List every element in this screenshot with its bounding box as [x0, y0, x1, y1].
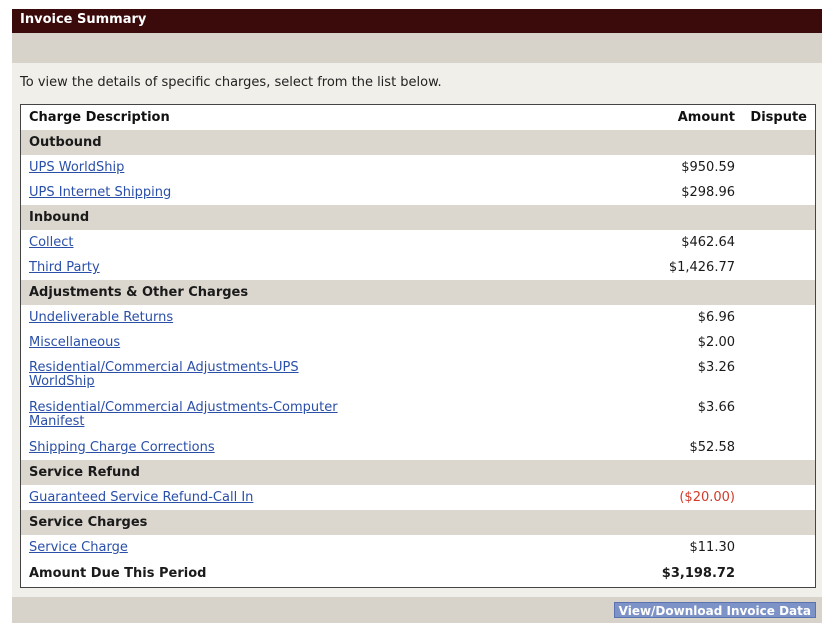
charge-amount: $2.00 [697, 335, 735, 350]
table-row: Miscellaneous $2.00 [21, 330, 815, 355]
category-label: Service Charges [29, 515, 148, 530]
table-row: Residential/Commercial Adjustments-UPS W… [21, 355, 815, 395]
charge-link-guaranteed-service-refund[interactable]: Guaranteed Service Refund-Call In [29, 490, 253, 505]
category-row-outbound: Outbound [21, 130, 815, 155]
table-row: Guaranteed Service Refund-Call In ($20.0… [21, 485, 815, 510]
table-header-row: Charge Description Amount Dispute [21, 105, 815, 130]
table-row: UPS Internet Shipping $298.96 [21, 180, 815, 205]
total-label: Amount Due This Period [29, 566, 207, 581]
charge-link-miscellaneous[interactable]: Miscellaneous [29, 335, 120, 350]
charge-amount: $3.26 [697, 360, 735, 375]
column-header-description: Charge Description [29, 110, 170, 125]
charge-link-res-comm-adj-worldship[interactable]: Residential/Commercial Adjustments-UPS [29, 360, 299, 375]
charge-amount: $52.58 [689, 440, 736, 455]
invoice-summary-panel: Invoice Summary To view the details of s… [12, 9, 822, 623]
total-amount: $3,198.72 [661, 566, 735, 581]
charges-table: Charge Description Amount Dispute Outbou… [20, 104, 816, 588]
category-label: Adjustments & Other Charges [29, 285, 249, 300]
total-row: Amount Due This Period $3,198.72 [21, 560, 815, 587]
charge-amount: $950.59 [681, 160, 735, 175]
charge-link-res-comm-adj-manifest[interactable]: Residential/Commercial Adjustments-Compu… [29, 400, 338, 415]
table-row: Third Party $1,426.77 [21, 255, 815, 280]
charge-link-res-comm-adj-manifest-line2[interactable]: Manifest [29, 414, 84, 429]
category-label: Service Refund [29, 465, 140, 480]
panel-title: Invoice Summary [12, 9, 822, 33]
charge-link-undeliverable-returns[interactable]: Undeliverable Returns [29, 310, 173, 325]
table-row: Shipping Charge Corrections $52.58 [21, 435, 815, 460]
charge-link-ups-internet-shipping[interactable]: UPS Internet Shipping [29, 185, 171, 200]
category-row-service-refund: Service Refund [21, 460, 815, 485]
charge-amount: $1,426.77 [668, 260, 735, 275]
view-download-invoice-data-button[interactable]: View/Download Invoice Data [613, 602, 816, 618]
category-label: Inbound [29, 210, 90, 225]
table-row: Service Charge $11.30 [21, 535, 815, 560]
charge-link-third-party[interactable]: Third Party [29, 260, 100, 275]
charge-amount: $298.96 [681, 185, 735, 200]
column-header-dispute: Dispute [750, 110, 807, 125]
charge-link-service-charge[interactable]: Service Charge [29, 540, 128, 555]
footer-bar: View/Download Invoice Data [12, 597, 822, 623]
charge-amount: $11.30 [689, 540, 736, 555]
category-row-service-charges: Service Charges [21, 510, 815, 535]
category-row-adjustments: Adjustments & Other Charges [21, 280, 815, 305]
charge-amount: $6.96 [697, 310, 735, 325]
category-label: Outbound [29, 135, 102, 150]
charge-link-collect[interactable]: Collect [29, 235, 74, 250]
category-row-inbound: Inbound [21, 205, 815, 230]
table-row: Undeliverable Returns $6.96 [21, 305, 815, 330]
table-row: UPS WorldShip $950.59 [21, 155, 815, 180]
table-row: Residential/Commercial Adjustments-Compu… [21, 395, 815, 435]
charge-amount: $462.64 [681, 235, 735, 250]
table-row: Collect $462.64 [21, 230, 815, 255]
column-header-amount: Amount [677, 110, 735, 125]
charge-link-ups-worldship[interactable]: UPS WorldShip [29, 160, 124, 175]
charge-link-shipping-charge-corrections[interactable]: Shipping Charge Corrections [29, 440, 215, 455]
charge-amount: $3.66 [697, 400, 735, 415]
refund-amount: ($20.00) [679, 490, 735, 505]
intro-text: To view the details of specific charges,… [20, 75, 442, 90]
charge-link-res-comm-adj-worldship-line2[interactable]: WorldShip [29, 374, 95, 389]
title-sub-bar [12, 33, 822, 63]
